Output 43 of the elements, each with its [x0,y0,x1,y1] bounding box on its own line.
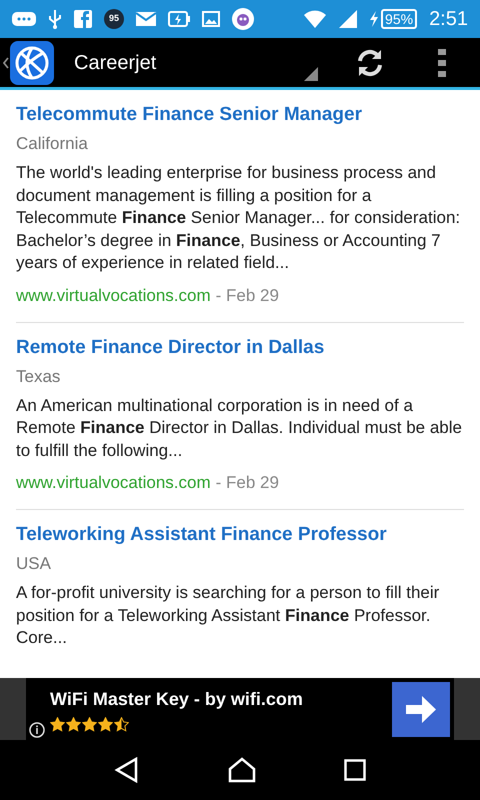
job-description: The world's leading enterprise for business process and document management is filling a position for a Telecommute Finance Senior Manager... for consideration: Bachelor’s degree in Finance, Business or Accounting 7 years of experience in related field... [16,162,462,274]
job-location: USA [16,553,52,575]
dropdown-corner-icon [304,67,318,81]
back-icon[interactable] [114,757,140,783]
overflow-menu-icon[interactable] [438,48,446,76]
wifi-icon [303,9,328,29]
star-icon [98,717,113,732]
job-location: California [16,133,89,155]
star-icon [82,717,97,732]
charging-bolt-icon [369,11,380,27]
chat-icon [12,11,36,27]
ad-banner[interactable]: WiFi Master Key - by wifi.com [26,678,454,740]
ad-title: WiFi Master Key - by wifi.com [50,688,304,711]
job-description: An American multinational corporation is in need of a Remote Finance Director in Dallas. Individual must be able to fulfill the following... [16,394,463,462]
battery-charging-icon [168,11,190,27]
mail-icon [136,12,156,26]
back-caret-icon[interactable] [3,56,9,68]
owl-icon [232,8,254,30]
job-title-link[interactable]: Telecommute Finance Senior Manager [16,102,464,128]
notification-count: 95 [104,9,124,29]
usb-icon [48,9,62,29]
job-title-link[interactable]: Teleworking Assistant Finance Professor [16,522,464,548]
signal-icon [339,10,358,28]
image-icon [202,11,220,27]
star-icon [114,717,129,732]
job-location: Texas [16,366,62,388]
star-icon [66,717,81,732]
star-icon [50,717,65,732]
recent-apps-icon[interactable] [344,759,366,781]
facebook-icon [74,10,92,28]
battery-level: 95% [381,9,418,29]
globe-logo-icon[interactable] [10,40,54,84]
home-icon[interactable] [228,757,256,783]
app-title: Careerjet [74,50,158,76]
info-icon[interactable] [29,722,45,738]
job-date: - Feb 29 [216,284,279,306]
job-source-link[interactable]: www.virtualvocations.com [16,471,211,495]
clock-time: 2:51 [429,7,468,32]
job-source-link[interactable]: www.virtualvocations.com [16,284,211,308]
job-description: A for-profit university is searching for a person to fill their position for a Teleworking Assistant Finance Professor. Core... [16,582,440,649]
job-title-link[interactable]: Remote Finance Director in Dallas [16,334,464,360]
arrow-button-icon[interactable] [392,682,450,736]
job-date: - Feb 29 [216,472,279,494]
